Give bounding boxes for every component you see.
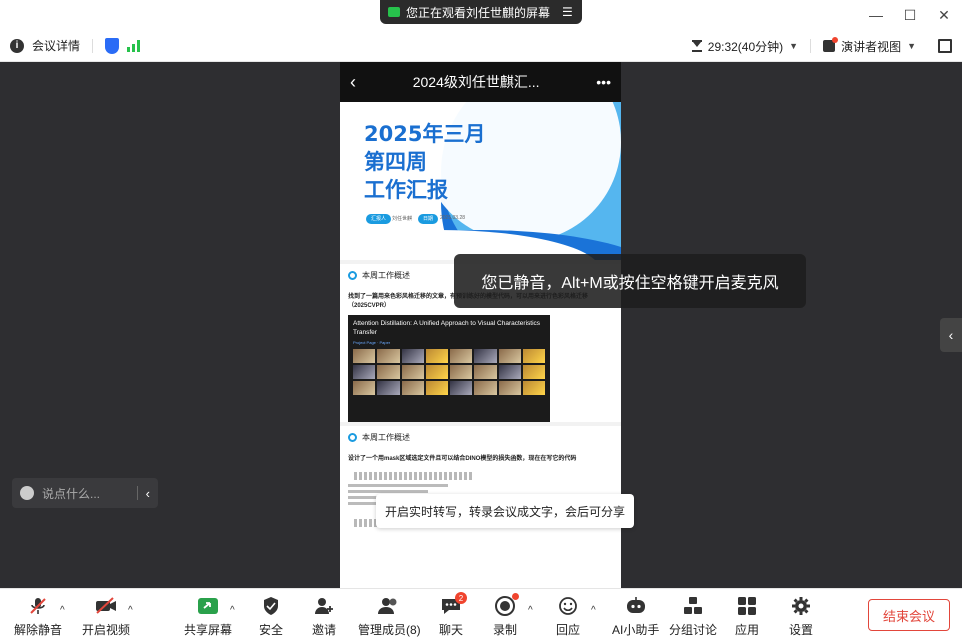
paper-links: Project Page · Paper [353,340,391,345]
info-icon[interactable]: i [10,38,24,53]
security-button[interactable]: 安全 [259,595,283,639]
record-button[interactable]: 录制 [493,593,519,639]
fullscreen-icon[interactable] [938,39,952,53]
slide-text: 设计了一个用mask区域选定文件且可以结合DINO模型的损失函数，现在在写它的代… [348,456,577,462]
view-mode-button[interactable]: 演讲者视图 ▼ [823,37,916,55]
invite-button[interactable]: 邀请 [312,595,336,639]
back-arrow-icon: ‹ [350,71,356,92]
breakout-icon [681,595,705,617]
chevron-left-icon[interactable]: ‹ [146,486,150,501]
meeting-info-bar: i 会议详情 29:32(40分钟) ▼ 演讲者视图 ▼ [0,30,962,62]
paper-title: Attention Distillation: A Unified Approa… [353,320,541,336]
mute-notification-toast: 您已静音，Alt+M或按住空格键开启麦克风 [454,254,806,308]
divider [810,39,812,53]
slide-logo-icon [348,433,357,442]
gear-icon [789,595,813,617]
chat-placeholder[interactable]: 说点什么... [42,485,100,502]
transcribe-tooltip[interactable]: 开启实时转写，转录会议成文字，会后可分享 [376,494,634,528]
settings-button[interactable]: 设置 [789,595,813,639]
ai-assistant-icon [624,595,648,617]
phone-header: ‹ 2024级刘任世麒汇... ••• [340,62,621,102]
meeting-details-link[interactable]: 会议详情 [32,37,80,54]
phone-header-title: 2024级刘任世麒汇... [412,74,540,90]
speaker-view-icon [823,37,839,52]
share-banner-text: 您正在观看刘任世麒的屏幕 [406,5,551,20]
timer-text: 29:32(40分钟) [707,39,784,54]
emoji-icon[interactable] [20,486,34,500]
formula-image [354,472,474,480]
quick-chat-box[interactable]: 说点什么... ‹ [12,478,158,508]
presenter-name: 刘任世麒 [392,216,413,222]
chevron-up-icon[interactable]: ^ [60,605,65,616]
security-shield-icon[interactable] [105,37,120,54]
chat-button[interactable]: 2 聊天 [439,592,467,639]
react-button[interactable]: 回应 [556,595,580,639]
chevron-up-icon[interactable]: ^ [230,605,235,616]
unmute-button[interactable]: 解除静音 [14,595,62,639]
ai-assistant-button[interactable]: AI小助手 [612,595,659,639]
paper-figure [353,349,545,395]
camera-off-icon [94,595,118,617]
divider [92,38,94,53]
date-pill: 日期 [418,214,439,224]
chat-unread-badge: 2 [455,592,467,604]
share-screen-button[interactable]: 共享屏幕 [184,595,232,639]
apps-grid-icon [735,595,759,617]
screen-share-banner[interactable]: 您正在观看刘任世麒的屏幕 ☰ [380,0,582,24]
members-icon [377,595,401,617]
share-screen-icon [196,595,220,617]
close-button[interactable]: ✕ [932,4,956,26]
slide-logo-icon [348,271,357,280]
hourglass-icon [691,40,702,52]
start-video-button[interactable]: 开启视频 [82,595,130,639]
more-icon: ••• [596,74,611,90]
presenter-pill: 汇报人 [366,214,392,224]
chevron-down-icon: ▼ [907,41,916,51]
slide-title: 本周工作概述 [362,433,410,442]
slide-cover: 2025年三月 第四周 工作汇报 汇报人 刘任世麒 日期 2025.03.28 [340,102,621,260]
chevron-up-icon[interactable]: ^ [128,605,133,616]
apps-button[interactable]: 应用 [735,595,759,639]
breakout-rooms-button[interactable]: 分组讨论 [669,595,717,639]
record-icon [493,593,519,617]
slide-cover-title: 2025年三月 第四周 工作汇报 [364,122,486,202]
title-bar: 您正在观看刘任世麒的屏幕 ☰ — ☐ ✕ [0,0,962,30]
slide-title: 本周工作概述 [362,271,410,280]
shield-icon [259,595,283,617]
sidebar-toggle-chevron-left-icon[interactable]: ‹ [940,318,962,352]
hand-icon [556,595,580,617]
maximize-button[interactable]: ☐ [898,4,922,26]
meeting-toolbar: 解除静音 ^ 开启视频 ^ 共享屏幕 ^ 安全 邀请 管理成员(8) 2 聊天 … [0,588,962,642]
meeting-timer[interactable]: 29:32(40分钟) ▼ [691,38,798,55]
record-indicator [512,593,519,600]
paper-screenshot: Attention Distillation: A Unified Approa… [348,315,550,422]
minimize-button[interactable]: — [864,4,888,26]
slide-date: 2025.03.28 [440,215,466,221]
network-signal-icon[interactable] [127,39,141,52]
end-meeting-button[interactable]: 结束会议 [868,599,950,631]
add-user-icon [312,595,336,617]
chevron-down-icon[interactable]: ▼ [789,41,798,51]
share-status-icon [388,7,400,17]
chevron-up-icon[interactable]: ^ [528,605,533,616]
microphone-muted-icon [26,595,50,617]
chat-icon: 2 [439,592,467,617]
chevron-up-icon[interactable]: ^ [591,605,596,616]
menu-icon[interactable]: ☰ [562,5,573,19]
manage-members-button[interactable]: 管理成员(8) [358,595,421,639]
view-mode-label: 演讲者视图 [841,39,902,54]
